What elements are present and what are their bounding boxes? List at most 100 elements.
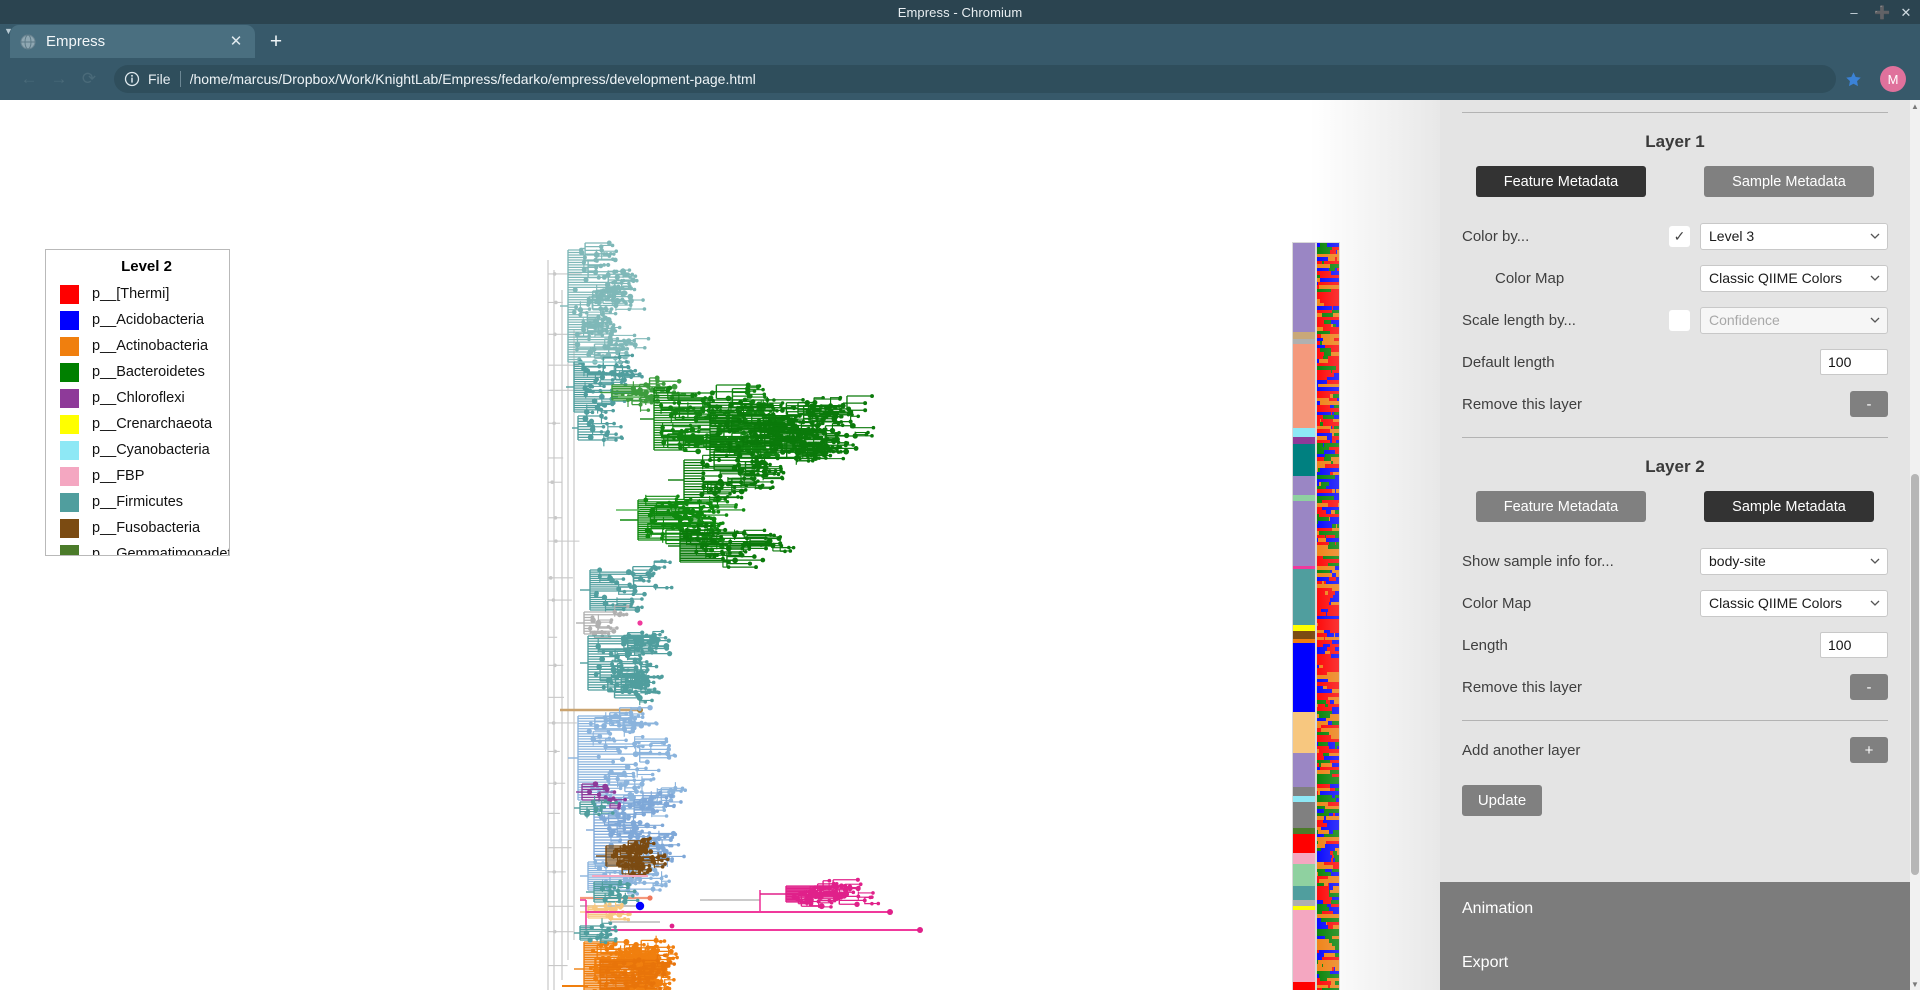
- barplot-segment: [1293, 833, 1315, 854]
- legend-entry: p__Cyanobacteria: [46, 437, 229, 463]
- control-row: Remove this layer -: [1462, 666, 1888, 708]
- url-text[interactable]: /home/marcus/Dropbox/Work/KnightLab/Empr…: [190, 71, 1826, 87]
- legend-label: p__Firmicutes: [92, 494, 184, 510]
- section-animation[interactable]: Animation: [1440, 882, 1910, 936]
- layer-divider: [1462, 437, 1888, 438]
- avatar[interactable]: M: [1880, 66, 1906, 92]
- dropdown-select[interactable]: Level 3: [1700, 222, 1888, 250]
- legend-label: p__Acidobacteria: [92, 312, 205, 328]
- legend-entry: p__Fusobacteria: [46, 515, 229, 541]
- sample-metadata-button[interactable]: Sample Metadata: [1704, 166, 1874, 197]
- scrollbar-thumb[interactable]: [1911, 474, 1919, 875]
- barplot-layer-2[interactable]: [1316, 242, 1340, 990]
- control-label: Remove this layer: [1462, 395, 1583, 413]
- legend-label: p__Chloroflexi: [92, 390, 185, 406]
- scroll-up-arrow[interactable]: ▲: [1910, 100, 1920, 112]
- scroll-down-arrow[interactable]: ▼: [1910, 978, 1920, 990]
- legend-title: Level 2: [121, 258, 172, 275]
- barplot-segment: [1293, 427, 1315, 437]
- new-tab-button[interactable]: +: [259, 25, 293, 58]
- add-layer-button[interactable]: +: [1850, 737, 1888, 763]
- number-input[interactable]: 100: [1820, 349, 1888, 375]
- control-label: Color by...: [1462, 227, 1530, 245]
- control-row: Color by... ✓ Level 3: [1462, 215, 1888, 257]
- chevron-down-icon: [1869, 233, 1881, 240]
- control-row: Color Map Classic QIIME Colors: [1462, 257, 1888, 299]
- url-scheme-label: File: [148, 71, 171, 87]
- dropdown-select[interactable]: body-site: [1700, 547, 1888, 575]
- legend-swatch: [60, 492, 79, 512]
- close-icon[interactable]: ✕: [227, 34, 245, 49]
- chevron-down-icon: [1869, 558, 1881, 565]
- back-button[interactable]: ←: [14, 64, 44, 94]
- forward-button[interactable]: →: [44, 64, 74, 94]
- dropdown-select[interactable]: Classic QIIME Colors: [1700, 589, 1888, 617]
- barplot-segment: [1293, 343, 1315, 428]
- legend-label: p__Cyanobacteria: [92, 442, 210, 458]
- feature-metadata-button[interactable]: Feature Metadata: [1476, 166, 1646, 197]
- legend-label: p__Fusobacteria: [92, 520, 201, 536]
- info-circle-icon[interactable]: [124, 71, 140, 87]
- barplot-segment: [1293, 712, 1315, 753]
- control-label: Length: [1462, 636, 1508, 654]
- barplot-segment: [1293, 643, 1315, 713]
- minimize-button[interactable]: –: [1848, 6, 1860, 19]
- layer-block: Layer 1 Feature Metadata Sample Metadata Co…: [1462, 132, 1888, 425]
- barplot-segment: [1293, 631, 1315, 639]
- legend-swatch: [60, 466, 79, 486]
- barplot-segment: [1293, 910, 1315, 983]
- panel-divider-layers: [1462, 720, 1888, 721]
- legend-swatch: [60, 284, 79, 304]
- update-button[interactable]: Update: [1462, 785, 1542, 816]
- barplot-segment: [1293, 243, 1315, 332]
- legend-entry: p__Acidobacteria: [46, 307, 229, 333]
- legend-swatch: [60, 310, 79, 330]
- legend-entry: p__Actinobacteria: [46, 333, 229, 359]
- number-input[interactable]: 100: [1820, 632, 1888, 658]
- close-window-button[interactable]: ✕: [1900, 6, 1912, 19]
- tab-empress[interactable]: Empress ✕: [10, 25, 255, 58]
- feature-metadata-button[interactable]: Feature Metadata: [1476, 491, 1646, 522]
- browser-toolbar: ← → ⟳ File /home/marcus/Dropbox/Work/Kni…: [0, 58, 1920, 100]
- legend-entry: p__Chloroflexi: [46, 385, 229, 411]
- barplot-layer-1[interactable]: [1292, 242, 1316, 990]
- page-scrollbar[interactable]: ▲ ▼: [1910, 100, 1920, 990]
- dropdown-select[interactable]: Confidence: [1700, 306, 1888, 334]
- legend-label: p__Bacteroidetes: [92, 364, 205, 380]
- barplot-segment: [1293, 853, 1315, 864]
- section-export[interactable]: Export: [1440, 936, 1910, 990]
- control-row: Scale length by... ✓ Confidence: [1462, 299, 1888, 341]
- legend-entry: p__Bacteroidetes: [46, 359, 229, 385]
- window-controls: – ➕ ✕: [1848, 0, 1912, 24]
- legend-entry: p__FBP: [46, 463, 229, 489]
- dropdown-value: Classic QIIME Colors: [1709, 595, 1843, 611]
- panel-divider-top: [1462, 112, 1888, 113]
- layer-list: Layer 1 Feature Metadata Sample Metadata Co…: [1462, 132, 1888, 708]
- checkbox-toggle[interactable]: ✓: [1669, 309, 1690, 331]
- legend-swatch: [60, 440, 79, 460]
- legend-label: p__Actinobacteria: [92, 338, 209, 354]
- control-row: Default length 100: [1462, 341, 1888, 383]
- dropdown-value: Level 3: [1709, 228, 1755, 244]
- barplot-strips[interactable]: [1292, 242, 1340, 990]
- globe-icon: [20, 34, 36, 50]
- star-icon[interactable]: [1840, 66, 1866, 92]
- legend-swatch: [60, 544, 79, 555]
- barplot-segment: [1293, 331, 1315, 340]
- reload-button[interactable]: ⟳: [74, 64, 104, 94]
- dropdown-value: body-site: [1709, 553, 1766, 569]
- remove-layer-button[interactable]: -: [1850, 391, 1888, 417]
- dropdown-select[interactable]: Classic QIIME Colors: [1700, 264, 1888, 292]
- control-label: Default length: [1462, 353, 1555, 371]
- legend-swatch: [60, 518, 79, 538]
- maximize-button[interactable]: ➕: [1874, 6, 1890, 19]
- barplot-segment: [1293, 501, 1315, 566]
- add-layer-label: Add another layer: [1462, 741, 1581, 759]
- tree-branches: [547, 240, 923, 990]
- address-bar[interactable]: File /home/marcus/Dropbox/Work/KnightLab…: [114, 65, 1836, 93]
- checkbox-toggle[interactable]: ✓: [1669, 225, 1690, 247]
- legend-entry: p__[Thermi]: [46, 281, 229, 307]
- add-layer-row: Add another layer +: [1462, 729, 1888, 771]
- sample-metadata-button[interactable]: Sample Metadata: [1704, 491, 1874, 522]
- remove-layer-button[interactable]: -: [1850, 674, 1888, 700]
